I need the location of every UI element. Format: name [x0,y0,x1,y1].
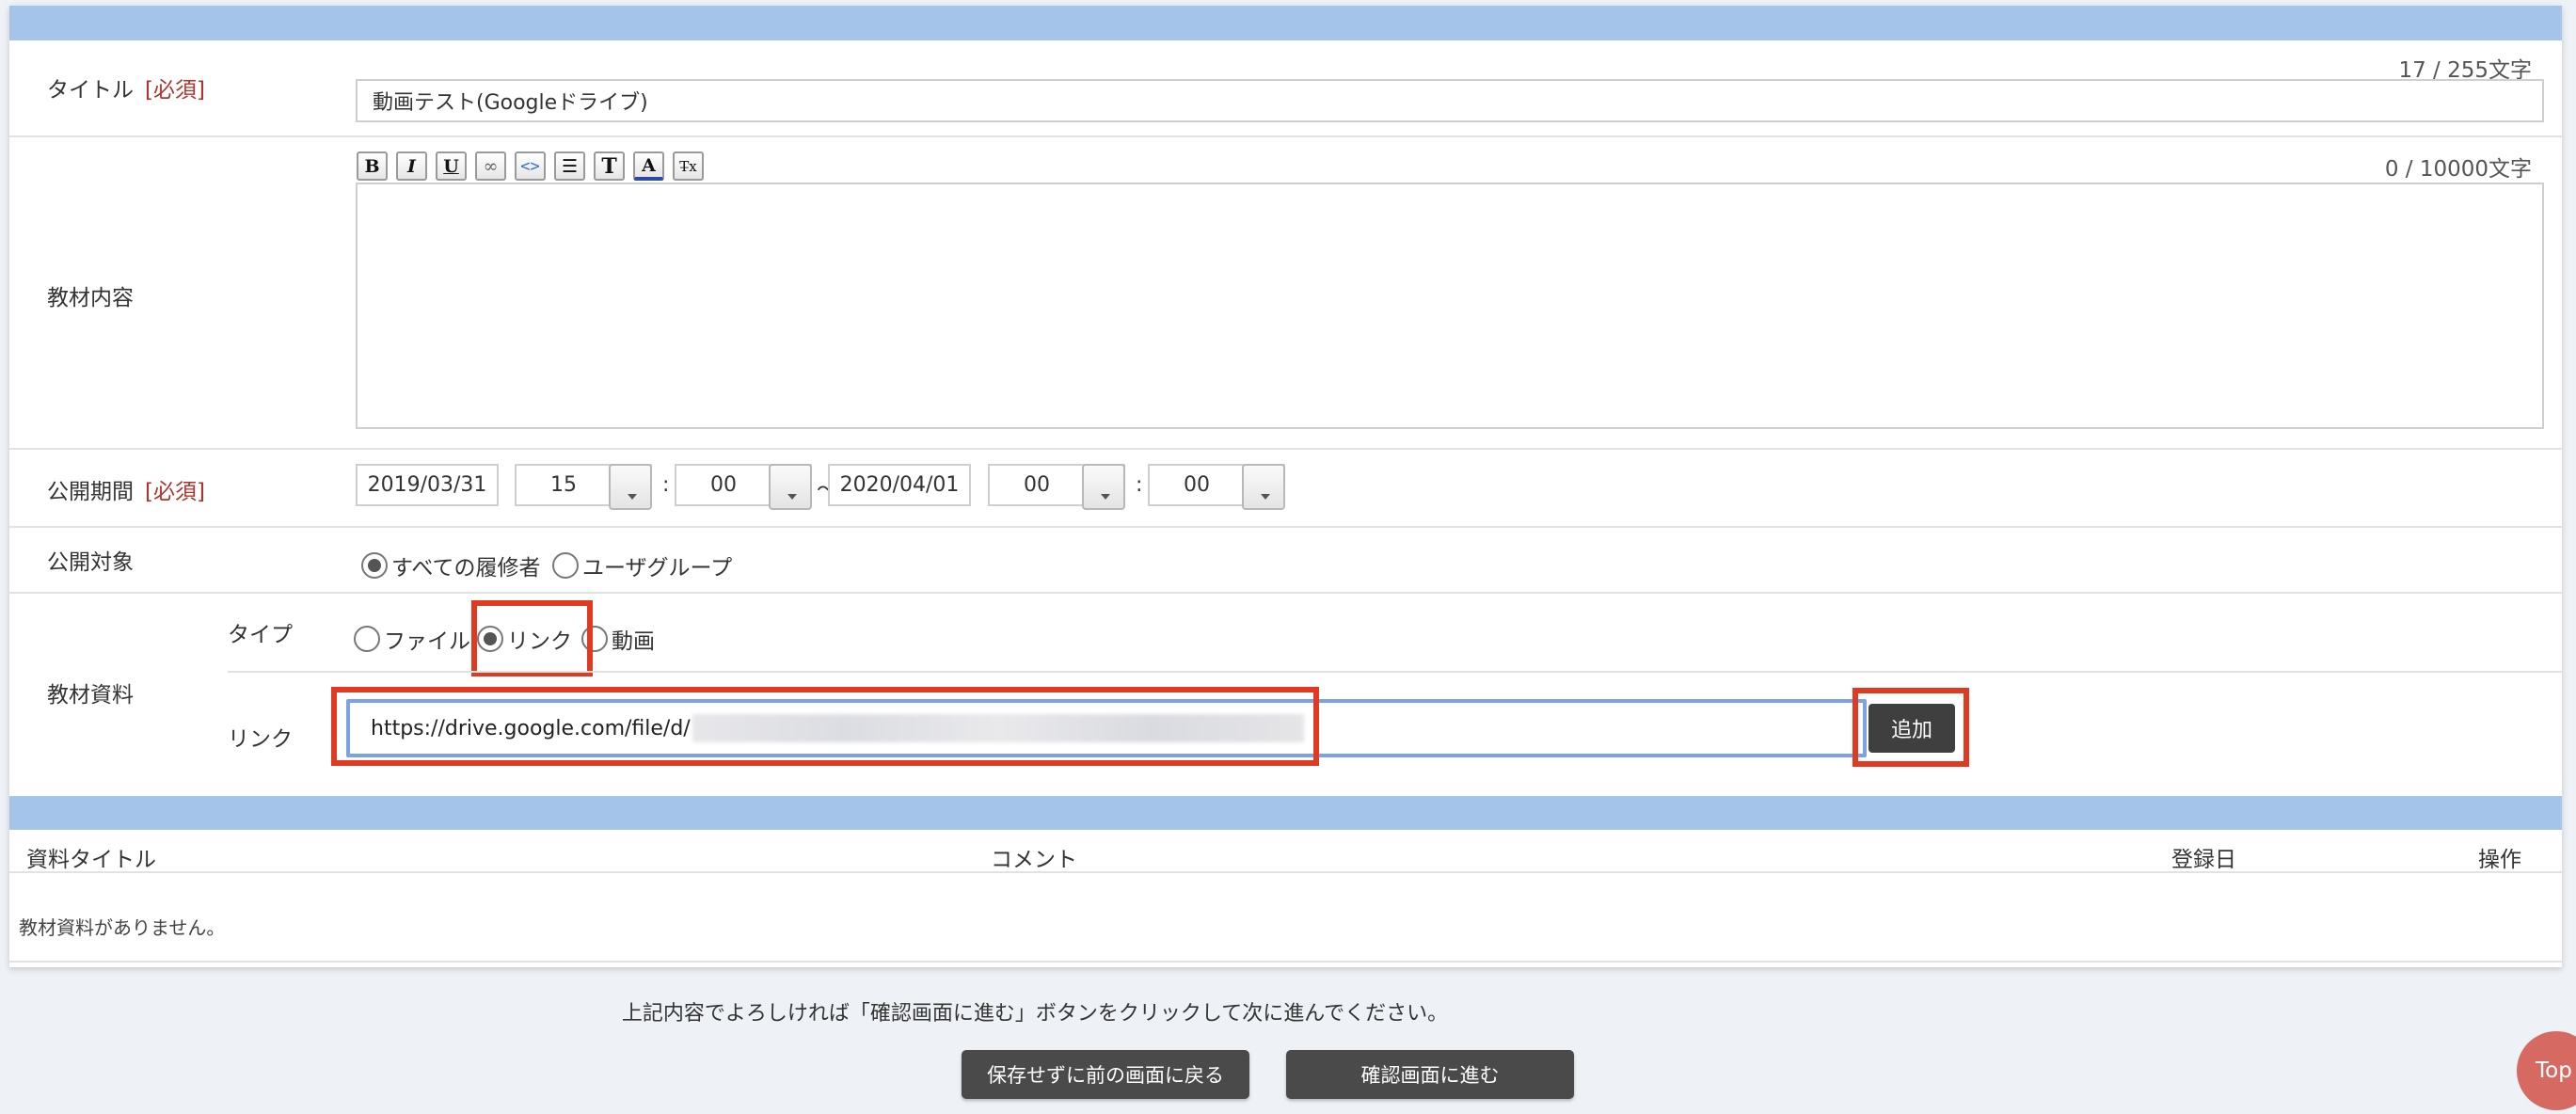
italic-icon[interactable]: I [396,151,427,181]
highlight-box-add-button [1852,688,1969,767]
start-hour-select[interactable]: 15 [515,464,652,510]
proceed-to-confirm-button[interactable]: 確認画面に進む [1286,1050,1574,1099]
audience-option-group[interactable]: ユーザグループ [552,549,732,581]
audience-option-all[interactable]: すべての履修者 [361,549,540,581]
column-header-date: 登録日 [2171,848,2236,872]
radio-checked[interactable] [361,552,388,579]
table-bottom-divider [9,961,2562,963]
font-color-icon[interactable]: A [633,151,664,181]
end-hour-select[interactable]: 00 [988,464,1125,510]
end-minute-select[interactable]: 00 [1148,464,1285,510]
end-minute-value: 00 [1184,473,1210,497]
scroll-to-top-button[interactable]: Top [2517,1031,2576,1110]
period-label: 公開期間 [必須] [47,473,205,505]
bullet-list-icon[interactable]: ☰ [554,151,585,181]
title-required-mark: [必須] [145,78,205,103]
end-date-input[interactable]: 2020/04/01 [828,464,971,506]
row-divider [9,592,2562,594]
type-option-label: ファイル [384,629,470,654]
chevron-down-icon[interactable] [769,464,812,510]
link-label: リンク [228,727,293,752]
start-date-input[interactable]: 2019/03/31 [356,464,499,506]
empty-table-message: 教材資料がありません。 [19,916,226,939]
time-colon: : [1136,473,1143,497]
chevron-down-icon[interactable] [609,464,652,510]
title-label-text: タイトル [47,78,134,103]
column-header-actions: 操作 [2478,848,2521,872]
row-divider [9,526,2562,528]
back-without-saving-button[interactable]: 保存せずに前の画面に戻る [962,1050,1249,1099]
period-required-mark: [必須] [145,480,205,504]
row-divider [228,671,2562,673]
audience-option-label: ユーザグループ [582,556,733,581]
row-divider [9,135,2562,137]
row-divider [9,448,2562,450]
underline-icon[interactable]: U [436,151,467,181]
end-hour-value: 00 [1024,473,1050,497]
table-header-bar [9,796,2562,830]
start-minute-select[interactable]: 00 [675,464,812,510]
type-option-label: 動画 [612,629,655,654]
start-minute-value: 00 [710,473,737,497]
material-label: 教材資料 [47,683,134,708]
radio-unchecked[interactable] [354,626,380,652]
column-header-title: 資料タイトル [26,848,156,872]
audience-label: 公開対象 [47,550,134,575]
audience-option-label: すべての履修者 [391,556,541,581]
clear-format-icon[interactable]: T̶x [673,151,704,181]
content-label: 教材内容 [47,286,134,310]
time-colon: : [662,473,670,497]
radio-unchecked[interactable] [552,552,579,579]
type-option-file[interactable]: ファイル [354,623,470,655]
chevron-down-icon[interactable] [1242,464,1285,510]
period-label-text: 公開期間 [47,480,134,504]
title-label: タイトル [必須] [47,72,205,103]
bold-icon[interactable]: B [357,151,388,181]
form-header-bar [9,6,2562,40]
chevron-down-icon[interactable] [1082,464,1125,510]
table-header-divider [9,871,2562,873]
footer-instruction: 上記内容でよろしければ「確認画面に進む」ボタンをクリックして次に進んでください。 [621,1002,1449,1026]
font-size-icon[interactable]: T [594,151,625,181]
start-hour-value: 15 [550,473,577,497]
content-editor[interactable] [356,183,2544,429]
code-icon[interactable]: <> [515,151,546,181]
material-form-card: タイトル [必須] 17 / 255文字 動画テスト(Googleドライブ) 教材… [9,6,2562,967]
title-input[interactable]: 動画テスト(Googleドライブ) [356,79,2544,122]
column-header-comment: コメント [991,848,1077,872]
highlight-box-link-input [331,687,1319,766]
link-icon[interactable]: ∞ [475,151,506,181]
type-label: タイプ [228,623,293,647]
content-char-counter: 0 / 10000文字 [2384,157,2532,182]
highlight-box-link-option [471,600,593,676]
